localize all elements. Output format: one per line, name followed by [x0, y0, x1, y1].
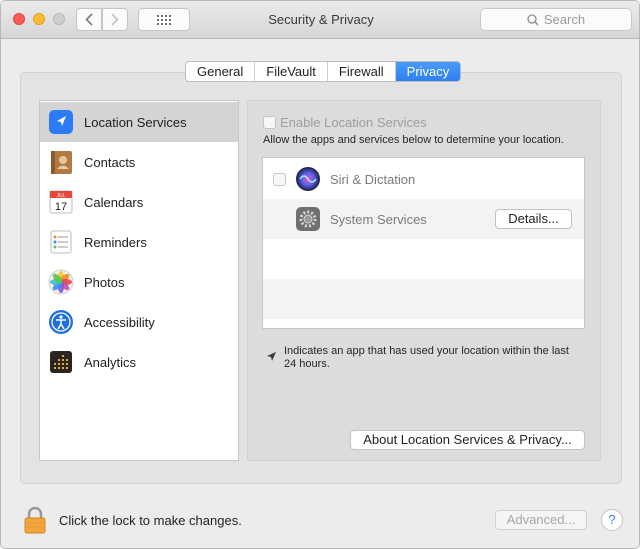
sidebar-item-photos[interactable]: Photos	[40, 262, 238, 302]
list-item	[263, 239, 584, 279]
enable-location-services-label: Enable Location Services	[280, 115, 427, 130]
advanced-button[interactable]: Advanced...	[495, 510, 587, 530]
location-hint: Indicates an app that has used your loca…	[266, 345, 584, 371]
photos-icon	[47, 268, 75, 296]
enable-location-services-checkbox[interactable]: Enable Location Services	[263, 115, 427, 130]
help-button[interactable]: ?	[601, 509, 623, 531]
preferences-window: Security & Privacy Search General FileVa…	[0, 0, 640, 549]
sidebar-item-analytics[interactable]: Analytics	[40, 342, 238, 382]
tab-bar: General FileVault Firewall Privacy	[185, 61, 462, 82]
allow-apps-description: Allow the apps and services below to det…	[263, 134, 564, 146]
lock-instructions: Click the lock to make changes.	[59, 513, 242, 528]
sidebar-item-label: Reminders	[84, 234, 147, 250]
location-hint-text: Indicates an app that has used your loca…	[284, 345, 569, 370]
app-row-siri: Siri & Dictation	[263, 159, 584, 199]
list-item	[263, 279, 584, 319]
sidebar-item-reminders[interactable]: Reminders	[40, 222, 238, 262]
lock-icon	[24, 506, 46, 534]
checkbox-box[interactable]	[263, 116, 276, 129]
sidebar-item-label: Analytics	[84, 354, 137, 370]
sidebar-item-label: Accessibility	[84, 314, 155, 330]
siri-checkbox[interactable]	[273, 172, 286, 186]
accessibility-icon	[47, 308, 75, 336]
lock-button[interactable]	[24, 506, 46, 537]
search-icon	[527, 13, 539, 25]
calendar-icon: JUL 17	[47, 188, 75, 216]
sidebar-item-contacts[interactable]: Contacts	[40, 142, 238, 182]
sidebar-item-label: Location Services	[84, 114, 187, 130]
tab-firewall[interactable]: Firewall	[328, 62, 396, 81]
app-name-siri: Siri & Dictation	[330, 171, 416, 187]
tab-general[interactable]: General	[186, 62, 256, 81]
sidebar-item-location-services[interactable]: Location Services	[40, 102, 238, 142]
location-apps-list: Siri & Dictation System Services Details…	[262, 157, 585, 329]
system-services-gear-icon	[295, 206, 321, 232]
calendar-icon-day: 17	[55, 201, 67, 213]
siri-icon	[295, 166, 321, 192]
analytics-icon	[47, 348, 75, 376]
contacts-icon	[47, 148, 75, 176]
calendar-icon-month: JUL	[57, 193, 66, 199]
location-arrow-icon	[267, 352, 276, 361]
reminders-icon	[47, 228, 75, 256]
sidebar-item-label: Photos	[84, 274, 125, 290]
details-button[interactable]: Details...	[495, 209, 572, 229]
location-arrow-icon	[47, 108, 75, 136]
privacy-category-list: Location Services Contacts JUL 17 Calenda…	[39, 100, 239, 461]
search-field[interactable]: Search	[480, 8, 632, 31]
app-row-system-services: System Services Details...	[263, 199, 584, 239]
search-placeholder: Search	[543, 12, 586, 27]
about-location-services-button[interactable]: About Location Services & Privacy...	[350, 430, 585, 450]
tab-privacy[interactable]: Privacy	[395, 62, 461, 81]
app-name-system-services: System Services	[330, 211, 427, 227]
sidebar-item-label: Calendars	[84, 194, 144, 210]
sidebar-item-label: Contacts	[84, 154, 136, 170]
title-bar: Security & Privacy Search	[1, 1, 639, 39]
sidebar-item-calendars[interactable]: JUL 17 Calendars	[40, 182, 238, 222]
sidebar-item-accessibility[interactable]: Accessibility	[40, 302, 238, 342]
tab-filevault[interactable]: FileVault	[255, 62, 328, 81]
